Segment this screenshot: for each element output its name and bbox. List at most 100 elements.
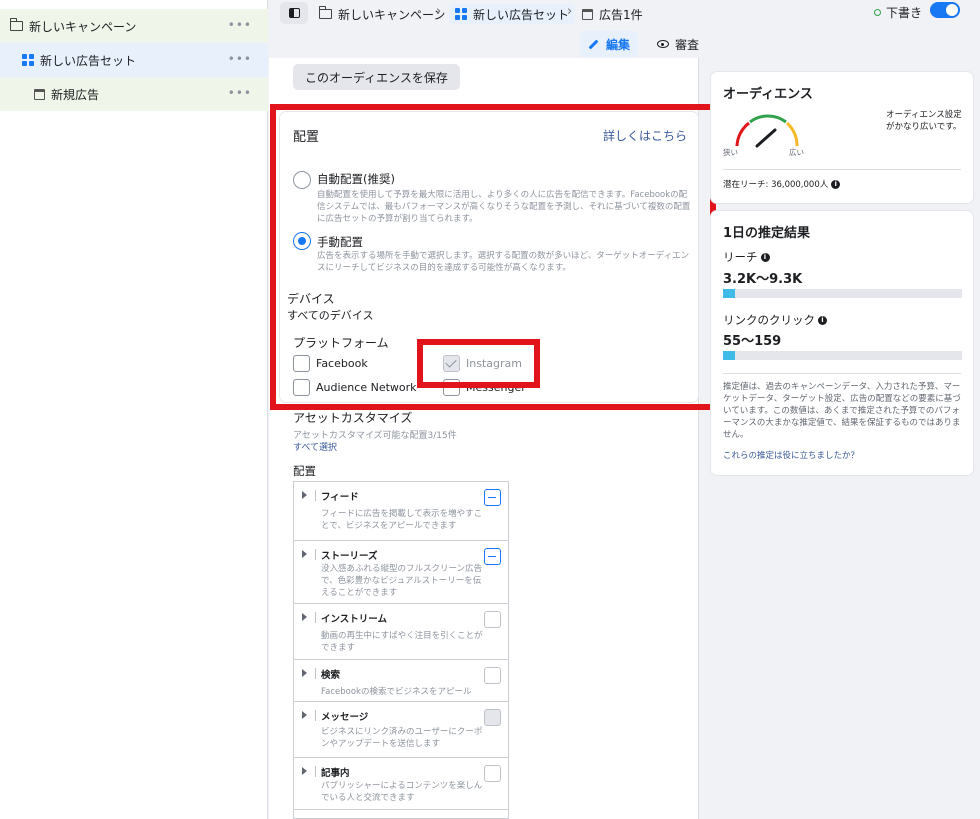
- tab-label: 審査: [675, 37, 700, 52]
- select-all-link[interactable]: すべて選択: [293, 440, 337, 453]
- placement-row-messages[interactable]: メッセージ ビジネスにリンク済みのユーザーにクーポンやアップデートを送信します: [294, 702, 508, 758]
- expand-icon[interactable]: [302, 613, 307, 621]
- placement-row-search[interactable]: 検索 Facebookの検索でビジネスをアピール: [294, 660, 508, 702]
- auto-placement-title: 自動配置(推奨): [317, 172, 395, 186]
- placement-desc: ビジネスにリンク済みのユーザーにクーポンやアップデートを送信します: [321, 727, 483, 749]
- sidebar-item-label: 新規広告: [51, 87, 100, 102]
- grid-icon: [455, 8, 467, 20]
- breadcrumb-adset[interactable]: 新しい広告セット: [449, 4, 576, 24]
- auto-placement-radio[interactable]: [293, 171, 311, 189]
- status-dot-icon: [873, 9, 881, 16]
- placement-row-feed[interactable]: フィード フィードに広告を掲載して表示を増やすことで、ビジネスをアピールできます: [294, 482, 508, 541]
- tab-edit[interactable]: 編集: [580, 31, 639, 57]
- divider: [315, 766, 316, 777]
- grid-icon: [22, 54, 34, 66]
- placements-heading: 配置: [293, 464, 316, 478]
- breadcrumb-campaign[interactable]: 新しいキャンペーン: [318, 4, 446, 24]
- facebook-checkbox[interactable]: [293, 355, 310, 372]
- instagram-label: Instagram: [466, 357, 522, 370]
- placement-row-stories[interactable]: ストーリーズ 没入感あふれる縦型のフルスクリーン広告で、色彩豊かなビジュアルスト…: [294, 541, 508, 604]
- audience-network-checkbox[interactable]: [293, 379, 310, 396]
- expand-icon[interactable]: [302, 711, 307, 719]
- breadcrumb-separator: ›: [436, 4, 442, 19]
- feed-checkbox[interactable]: [484, 489, 501, 506]
- info-icon[interactable]: i: [818, 315, 827, 325]
- divider: [315, 710, 316, 721]
- link-click-bar: [723, 351, 962, 360]
- stories-checkbox[interactable]: [484, 548, 501, 565]
- messenger-checkbox[interactable]: [443, 379, 460, 396]
- pencil-icon: [588, 39, 599, 49]
- search-checkbox[interactable]: [484, 667, 501, 684]
- tab-review[interactable]: 審査: [651, 31, 705, 57]
- placement-name: メッセージ: [321, 712, 369, 723]
- sidebar-item-campaign[interactable]: 新しいキャンペーン •••: [0, 9, 268, 43]
- placement-desc: Facebookの検索でビジネスをアピール: [321, 687, 472, 697]
- breadcrumb-label: 新しいキャンペーン: [338, 7, 446, 22]
- placement-name: インストリーム: [321, 614, 388, 625]
- sidebar-item-ad[interactable]: 新規広告 •••: [0, 77, 268, 111]
- doc-icon: [582, 8, 593, 20]
- estimate-title: 1日の推定結果: [723, 226, 811, 241]
- reach-bar: [723, 289, 962, 298]
- placement-name: 記事内: [321, 768, 350, 779]
- more-icon[interactable]: •••: [228, 86, 252, 100]
- placement-desc: 動画の再生中にすばやく注目を引くことができます: [321, 631, 483, 653]
- folder-icon: [9, 18, 23, 31]
- instant-articles-checkbox[interactable]: [484, 765, 501, 782]
- more-icon[interactable]: •••: [228, 18, 252, 32]
- manual-placement-title: 手動配置: [317, 235, 363, 249]
- divider: [315, 549, 316, 560]
- sidebar-item-adset[interactable]: 新しい広告セット •••: [0, 43, 268, 77]
- divider: [723, 373, 961, 374]
- learn-more-link[interactable]: 詳しくはこちら: [603, 127, 687, 144]
- placement-name: フィード: [321, 492, 359, 503]
- link-click-label-text: リンクのクリック: [723, 313, 815, 327]
- expand-icon[interactable]: [302, 550, 307, 558]
- placement-desc: フィードに広告を掲載して表示を増やすことで、ビジネスをアピールできます: [321, 509, 483, 531]
- reach-label-text: リーチ: [723, 250, 758, 264]
- placement-name: 検索: [321, 670, 341, 681]
- link-click-bar-fill: [723, 351, 735, 360]
- placement-row-instant-articles[interactable]: 記事内 パブリッシャーによるコンテンツを楽しんでいる人と交流できます: [294, 758, 508, 810]
- expand-icon[interactable]: [302, 767, 307, 775]
- placement-desc: 没入感あふれる縦型のフルスクリーン広告で、色彩豊かなビジュアルストーリーを伝える…: [321, 564, 483, 598]
- sidebar: 新しいキャンペーン ••• 新しい広告セット ••• 新規広告 •••: [0, 0, 268, 819]
- info-icon[interactable]: i: [831, 179, 841, 189]
- more-icon[interactable]: •••: [228, 52, 252, 66]
- publish-toggle[interactable]: [930, 2, 960, 18]
- devices-value[interactable]: すべてのデバイス: [287, 307, 373, 323]
- gauge-wide-label: 広い: [789, 148, 804, 157]
- top-bar: 新しいキャンペーン › 新しい広告セット › 広告1件 下書き 編集 審査: [269, 0, 980, 64]
- save-audience-button[interactable]: このオーディエンスを保存: [293, 64, 460, 90]
- auto-placement-desc: 自動配置を使用して予算を最大限に活用し、より多くの人に広告を配信できます。Fac…: [317, 190, 691, 224]
- estimate-note: 推定値は、過去のキャンペーンデータ、入力された予算、マーケットデータ、ターゲット…: [723, 382, 961, 440]
- manual-placement-radio[interactable]: [293, 232, 311, 250]
- reach-bar-fill: [723, 289, 735, 298]
- breadcrumb-ad[interactable]: 広告1件: [582, 4, 643, 24]
- manual-placement-desc: 広告を表示する場所を手動で選択します。選択する配置の数が多いほど、ターゲットオー…: [317, 251, 690, 273]
- messages-checkbox[interactable]: [484, 709, 501, 726]
- audience-title: オーディエンス: [723, 87, 813, 102]
- daily-estimate-card: 1日の推定結果 リーチ i 3.2K〜9.3K リンクのクリック i 55〜15…: [711, 211, 973, 475]
- instream-checkbox[interactable]: [484, 611, 501, 628]
- divider: [315, 612, 316, 623]
- expand-icon[interactable]: [302, 491, 307, 499]
- expand-icon[interactable]: [302, 669, 307, 677]
- placement-row-instream[interactable]: インストリーム 動画の再生中にすばやく注目を引くことができます: [294, 604, 508, 660]
- panel-icon: [288, 8, 300, 18]
- draft-label: 下書き: [885, 6, 922, 20]
- eye-icon: [657, 40, 669, 48]
- divider: [315, 668, 316, 679]
- placement-list: フィード フィードに広告を掲載して表示を増やすことで、ビジネスをアピールできます…: [293, 481, 509, 819]
- tab-label: 編集: [606, 37, 631, 52]
- placement-title: 配置: [293, 130, 320, 145]
- estimate-feedback-link[interactable]: これらの推定は役に立ちましたか？: [723, 449, 859, 461]
- link-click-value: 55〜159: [723, 334, 782, 349]
- reach-value: 3.2K〜9.3K: [723, 272, 803, 287]
- instagram-checkbox[interactable]: [443, 355, 460, 372]
- panel-toggle-button[interactable]: [280, 2, 308, 24]
- info-icon[interactable]: i: [760, 252, 770, 262]
- audience-network-label: Audience Network: [316, 381, 417, 394]
- divider: [315, 490, 316, 501]
